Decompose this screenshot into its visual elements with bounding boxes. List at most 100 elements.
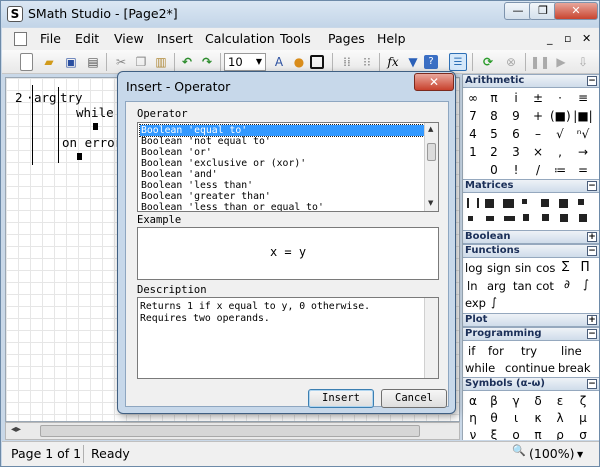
matrix-icon[interactable] <box>559 199 568 208</box>
new-file-icon[interactable] <box>20 53 33 71</box>
greek-symbol-key[interactable]: μ <box>573 411 593 425</box>
matrix-icon[interactable] <box>504 216 515 221</box>
function-sign[interactable]: sign <box>487 261 511 275</box>
arithmetic-key[interactable]: , <box>550 145 570 159</box>
greek-symbol-key[interactable]: ξ <box>484 428 504 440</box>
scroll-down-icon[interactable]: ▼ <box>428 199 433 207</box>
panel-boolean-header[interactable]: Boolean + <box>463 230 599 244</box>
arithmetic-key[interactable]: |■| <box>573 109 593 123</box>
prog-continue[interactable]: continue <box>505 361 555 375</box>
arithmetic-key[interactable]: 4 <box>463 127 483 141</box>
scrollbar-thumb[interactable] <box>40 425 420 437</box>
prog-break[interactable]: break <box>558 361 591 375</box>
greek-symbol-key[interactable]: θ <box>484 411 504 425</box>
sum-icon[interactable]: ∑ <box>562 259 569 272</box>
cut-icon[interactable]: ✂ <box>112 53 130 71</box>
expand-icon[interactable]: + <box>587 232 597 242</box>
matrix-icon[interactable] <box>468 216 473 221</box>
arithmetic-key[interactable]: 0 <box>484 163 504 177</box>
panel-symbols-header[interactable]: Symbols (α-ω) − <box>463 377 599 391</box>
product-icon[interactable]: ∏ <box>581 259 589 272</box>
greek-symbol-key[interactable]: η <box>463 411 483 425</box>
greek-symbol-key[interactable]: κ <box>528 411 548 425</box>
function-arg[interactable]: arg <box>487 279 506 293</box>
matrix-icon[interactable] <box>522 199 527 204</box>
arithmetic-key[interactable]: ⁿ√ <box>573 127 593 141</box>
function-sin[interactable]: sin <box>515 261 531 275</box>
scroll-arrows-icon[interactable]: ◂▸ <box>11 424 21 435</box>
arithmetic-key[interactable]: ∞ <box>463 91 483 105</box>
arithmetic-key[interactable]: (■) <box>550 109 571 123</box>
integral-icon[interactable]: ∫ <box>491 295 497 309</box>
panels-toggle-icon[interactable]: ☰ <box>449 53 467 71</box>
arithmetic-key[interactable]: – <box>528 127 548 141</box>
pause-icon[interactable]: ❚❚ <box>530 53 550 71</box>
cancel-button[interactable]: Cancel <box>381 389 447 408</box>
arithmetic-key[interactable]: √ <box>550 127 570 141</box>
mdi-restore-button[interactable]: ▫ <box>564 32 571 45</box>
text-icon[interactable]: A <box>270 53 288 71</box>
undo-icon[interactable]: ↶ <box>178 53 196 71</box>
arithmetic-key[interactable]: ! <box>506 163 526 177</box>
arithmetic-key[interactable]: 2 <box>484 145 504 159</box>
menu-view[interactable]: View <box>114 31 144 46</box>
arithmetic-key[interactable]: 3 <box>506 145 526 159</box>
arithmetic-key[interactable]: 1 <box>463 145 483 159</box>
matrix-icon[interactable] <box>467 198 479 208</box>
operator-list-item[interactable]: Boolean 'less than' <box>140 180 432 191</box>
prog-if[interactable]: if <box>468 344 475 358</box>
print-icon[interactable]: ▤ <box>84 53 102 71</box>
menu-tools[interactable]: Tools <box>280 31 311 46</box>
save-icon[interactable]: ▣ <box>62 53 80 71</box>
operator-list-item[interactable]: Boolean 'equal to' <box>139 124 433 137</box>
arithmetic-key[interactable]: / <box>528 163 548 177</box>
arithmetic-key[interactable]: 5 <box>484 127 504 141</box>
greek-symbol-key[interactable]: ν <box>463 428 483 440</box>
function-cot[interactable]: cot <box>536 279 554 293</box>
matrix-icon[interactable] <box>485 199 494 208</box>
arithmetic-key[interactable]: × <box>528 145 548 159</box>
operator-list-item[interactable]: Boolean 'less than or equal to' <box>140 202 432 211</box>
arithmetic-key[interactable]: π <box>484 91 504 105</box>
arithmetic-key[interactable]: 7 <box>463 109 483 123</box>
arg-keyword[interactable]: arg <box>34 90 57 105</box>
greek-symbol-key[interactable]: δ <box>528 394 548 408</box>
zoom-select[interactable]: 10 ▼ <box>224 53 266 71</box>
arithmetic-key[interactable]: 6 <box>506 127 526 141</box>
integral-icon[interactable]: ∫ <box>583 277 589 291</box>
on-error-keyword[interactable]: on error <box>62 135 122 150</box>
play-icon[interactable]: ▶ <box>552 53 570 71</box>
menu-help[interactable]: Help <box>377 31 406 46</box>
greek-symbol-key[interactable]: ε <box>550 394 570 408</box>
menu-file[interactable]: File <box>40 31 61 46</box>
arithmetic-key[interactable]: → <box>573 145 593 159</box>
arithmetic-key[interactable]: i <box>506 91 526 105</box>
panel-plot-header[interactable]: Plot + <box>463 313 599 327</box>
help-icon[interactable]: ? <box>424 55 438 69</box>
collapse-icon[interactable]: − <box>587 181 597 191</box>
matrix-icon[interactable] <box>541 199 549 207</box>
prog-for[interactable]: for <box>488 344 504 358</box>
function-log[interactable]: log <box>465 261 483 275</box>
greek-symbol-key[interactable]: σ <box>573 428 593 440</box>
placeholder[interactable] <box>77 153 82 160</box>
palette-icon[interactable]: ● <box>290 53 308 71</box>
collapse-icon[interactable]: − <box>587 329 597 339</box>
arithmetic-key[interactable]: = <box>573 163 593 177</box>
region-border-icon[interactable] <box>310 55 324 69</box>
collapse-icon[interactable]: − <box>587 246 597 256</box>
function-cos[interactable]: cos <box>536 261 555 275</box>
arithmetic-key[interactable]: ⋅ <box>550 91 570 105</box>
menu-pages[interactable]: Pages <box>328 31 365 46</box>
operator-list-item[interactable]: Boolean 'greater than' <box>140 191 432 202</box>
close-window-button[interactable]: ✕ <box>554 2 598 20</box>
scrollbar-thumb[interactable] <box>427 143 436 161</box>
arithmetic-key[interactable]: ± <box>528 91 548 105</box>
recalculate-icon[interactable]: ⟳ <box>479 53 497 71</box>
greek-symbol-key[interactable]: α <box>463 394 483 408</box>
interrupt-icon[interactable]: ⊗ <box>502 53 520 71</box>
arithmetic-key[interactable]: + <box>528 109 548 123</box>
redo-icon[interactable]: ↷ <box>198 53 216 71</box>
operator-list-item[interactable]: Boolean 'and' <box>140 169 432 180</box>
function-icon[interactable]: fx <box>384 53 402 71</box>
